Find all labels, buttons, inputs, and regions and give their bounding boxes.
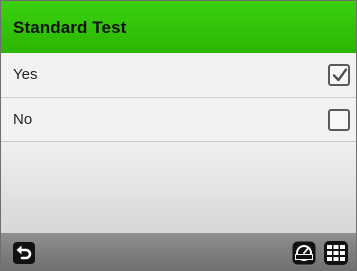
bottom-toolbar [1, 233, 356, 270]
meter-gauge-icon [292, 241, 316, 265]
option-yes-row[interactable]: Yes [1, 53, 356, 97]
checkmark-icon [332, 68, 348, 82]
back-arrow-icon [16, 245, 32, 260]
meter-button[interactable] [292, 241, 316, 265]
back-button[interactable] [13, 242, 35, 264]
screen: Standard Test Yes No [0, 0, 357, 271]
page-title: Standard Test [13, 18, 127, 37]
empty-list-area [1, 142, 356, 233]
option-no-label: No [13, 111, 33, 128]
keypad-grid-icon [327, 245, 345, 261]
keypad-button[interactable] [324, 241, 348, 265]
option-yes-checkbox[interactable] [328, 64, 350, 86]
option-no-row[interactable]: No [1, 97, 356, 141]
option-no-checkbox[interactable] [328, 109, 350, 131]
title-bar: Standard Test [1, 1, 356, 53]
option-yes-label: Yes [13, 66, 38, 83]
